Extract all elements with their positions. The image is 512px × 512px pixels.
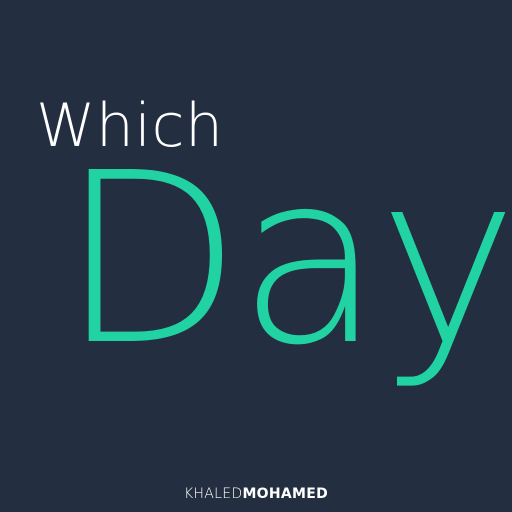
author-credit: KHALEDMOHAMED: [0, 486, 512, 502]
author-first-name: KHALED: [183, 486, 243, 502]
author-last-name: MOHAMED: [242, 486, 329, 502]
title-line-day: Day: [60, 122, 512, 397]
